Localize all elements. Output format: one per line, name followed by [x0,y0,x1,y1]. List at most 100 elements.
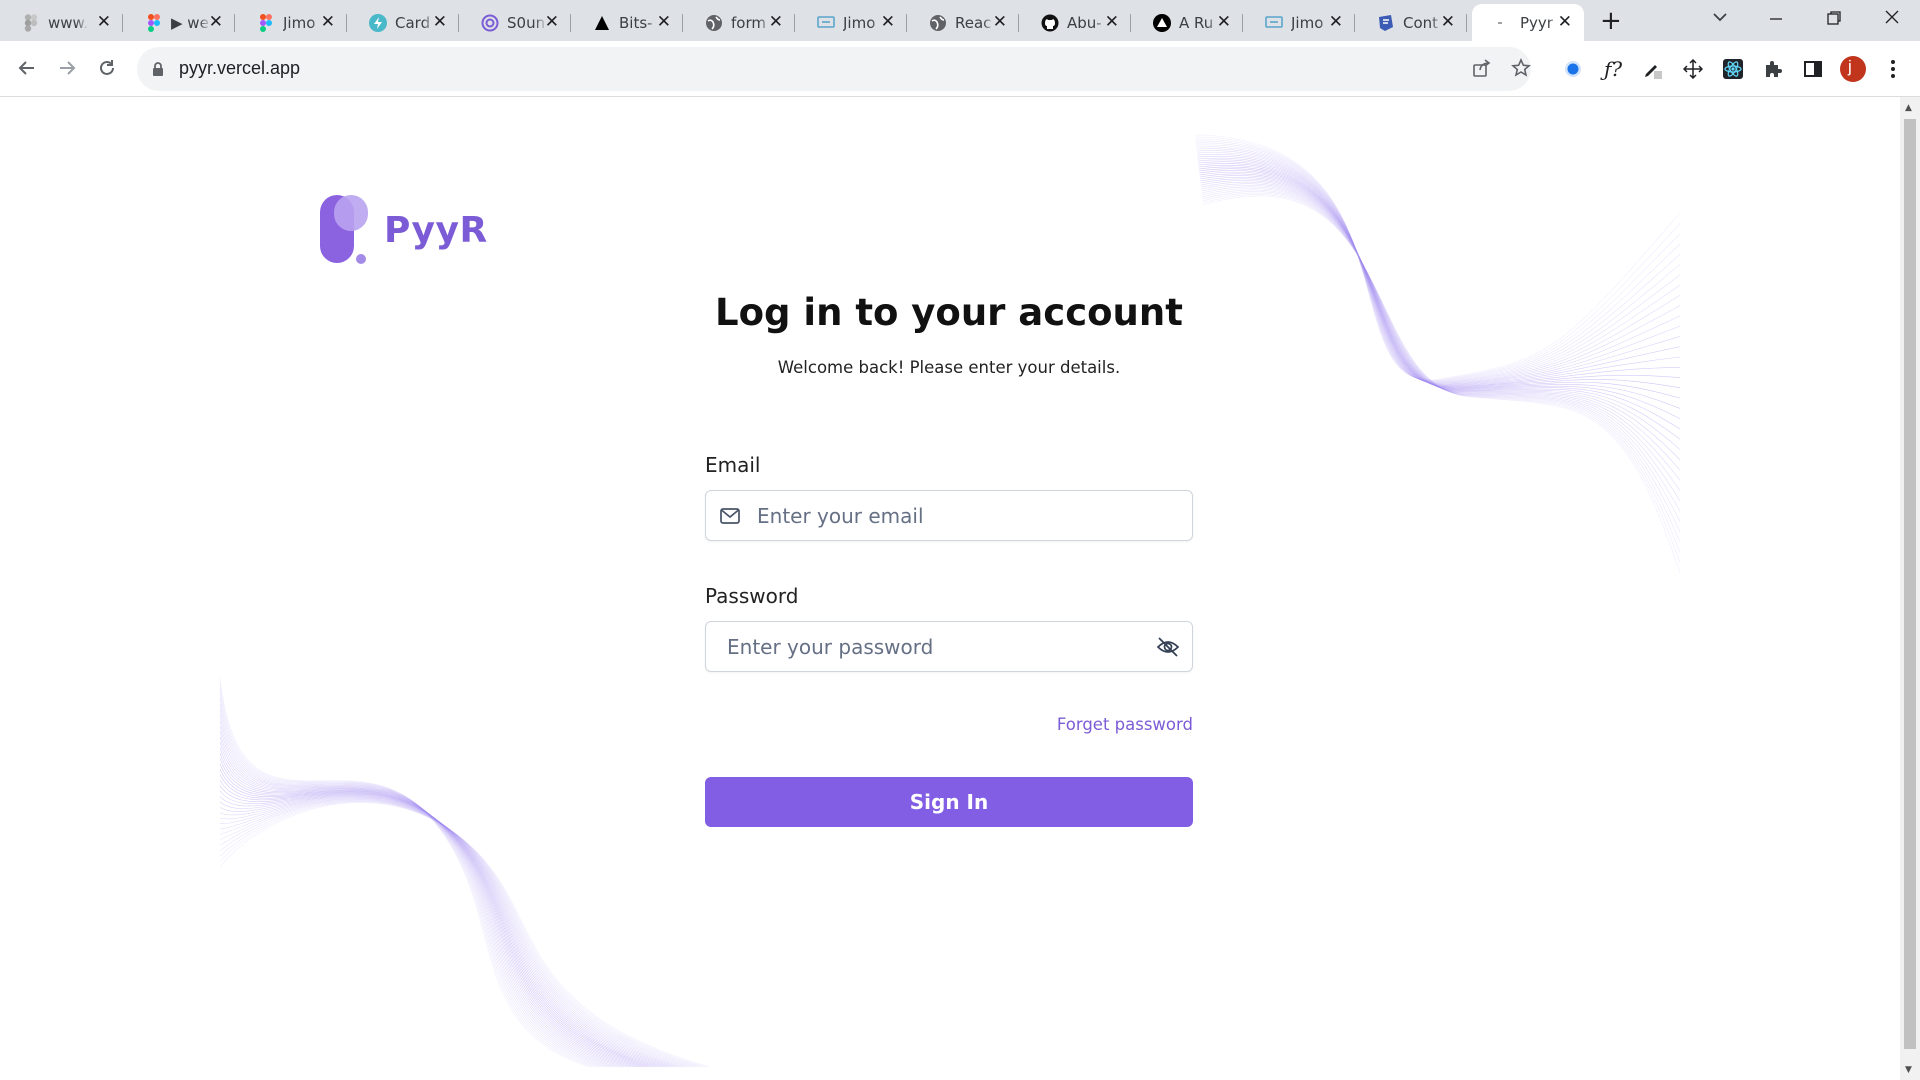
url-text: pyyr.vercel.app [179,58,301,78]
close-icon[interactable]: ✕ [657,12,671,32]
loading-icon [1494,14,1512,32]
monitor-icon [1265,14,1283,32]
extension-font-icon[interactable]: ƒ? [1598,54,1628,84]
tab-5[interactable]: Bits- ✕ [571,4,683,41]
extensions-puzzle-icon[interactable] [1758,54,1788,84]
tab-title: A Ru [1179,13,1214,32]
extension-react-devtools-icon[interactable] [1718,54,1748,84]
tab-search-chevron-icon[interactable] [1712,8,1728,26]
pyyr-logo-icon [320,195,368,264]
tab-title: Abu- [1067,13,1102,32]
close-window-button[interactable] [1884,9,1900,30]
tab-2[interactable]: Jimo ✕ [235,4,347,41]
lock-icon [152,61,164,81]
tab-title: www. [48,13,88,32]
triangle-circle-icon [1153,13,1171,32]
close-icon[interactable]: ✕ [1441,12,1455,32]
tab-4[interactable]: S0un ✕ [459,4,571,41]
figma-icon [145,13,163,32]
spiral-icon [481,14,499,32]
sign-in-button[interactable]: Sign In [705,777,1193,827]
wave-top-right [1194,134,1681,574]
forward-button[interactable] [53,54,81,82]
page-title: Log in to your account [715,291,1183,334]
close-icon[interactable]: ✕ [97,12,111,32]
side-panel-icon[interactable] [1798,54,1828,84]
tab-title: Bits- [619,13,653,32]
globe-icon [929,14,947,32]
close-icon[interactable]: ✕ [321,12,335,32]
monitor-icon [817,14,835,32]
scrollbar-thumb[interactable] [1904,119,1916,1049]
password-label: Password [705,584,799,608]
tab-strip: www. ✕ ▶ we ✕ Jimo ✕ Card ✕ S0un ✕ Bits-… [0,0,1920,41]
restore-button[interactable] [1826,10,1842,31]
tab-8[interactable]: Reac ✕ [907,4,1019,41]
tab-7[interactable]: Jimo ✕ [795,4,907,41]
tab-title: form [731,13,766,32]
new-tab-button[interactable]: + [1600,7,1622,35]
page-viewport: PyyR Log in to your account Welcome back… [0,97,1900,1080]
tab-1[interactable]: ▶ we ✕ [123,4,235,41]
close-icon[interactable]: ✕ [1217,12,1231,32]
close-icon[interactable]: ✕ [1329,12,1343,32]
back-button[interactable] [13,54,41,82]
browser-menu-icon[interactable] [1878,54,1908,84]
close-icon[interactable]: ✕ [1558,12,1572,32]
extension-color-picker-icon[interactable] [1638,54,1668,84]
tab-13-active[interactable]: Pyyr ✕ [1472,4,1584,41]
close-icon[interactable]: ✕ [433,12,447,32]
extension-blue-dot-icon[interactable] [1558,54,1588,84]
tab-title: Cont [1403,13,1439,32]
page-subtitle: Welcome back! Please enter your details. [777,358,1121,377]
password-placeholder: Enter your password [727,635,934,659]
tab-9[interactable]: Abu- ✕ [1019,4,1131,41]
tab-title: S0un [507,13,546,32]
address-bar[interactable]: pyyr.vercel.app [137,47,1531,91]
tab-3[interactable]: Card ✕ [347,4,459,41]
minimize-button[interactable] [1768,2,1784,37]
profile-initial: j [1848,57,1852,76]
tab-title: ▶ we [171,13,209,32]
share-icon[interactable] [1472,58,1492,83]
figma-file-icon [22,13,40,32]
tab-12[interactable]: Cont ✕ [1355,4,1467,41]
tab-title: Jimo [843,13,876,32]
tab-0[interactable]: www. ✕ [0,4,123,41]
eye-off-icon[interactable] [1156,636,1180,662]
scroll-down-arrow-icon[interactable]: ▼ [1905,1065,1912,1075]
triangle-icon [593,14,611,32]
close-icon[interactable]: ✕ [1105,12,1119,32]
tab-title: Jimo [1291,13,1324,32]
brand-logo[interactable]: PyyR [318,195,488,265]
scroll-up-arrow-icon[interactable]: ▲ [1905,103,1912,113]
mail-icon [719,507,741,529]
brand-name: PyyR [384,209,488,251]
close-icon[interactable]: ✕ [545,12,559,32]
tab-title: Reac [955,13,992,32]
browser-toolbar: pyyr.vercel.app ƒ? j [0,41,1920,97]
profile-avatar[interactable]: j [1838,54,1868,84]
email-placeholder: Enter your email [757,504,924,528]
tab-11[interactable]: Jimo ✕ [1243,4,1355,41]
close-icon[interactable]: ✕ [209,12,223,32]
login-form: Log in to your account Welcome back! Ple… [705,291,1193,827]
close-icon[interactable]: ✕ [881,12,895,32]
password-field[interactable]: Enter your password [705,621,1193,672]
forgot-password-link[interactable]: Forget password [705,715,1193,734]
form-icon [1377,14,1395,32]
tab-title: Card [395,13,431,32]
tab-10[interactable]: A Ru ✕ [1131,4,1243,41]
bookmark-star-icon[interactable] [1511,58,1531,83]
globe-icon [705,14,723,32]
email-field[interactable]: Enter your email [705,490,1193,541]
page-scrollbar[interactable]: ▲ ▼ [1900,97,1920,1080]
close-icon[interactable]: ✕ [993,12,1007,32]
wave-bottom-left [219,676,711,1068]
close-icon[interactable]: ✕ [769,12,783,32]
tab-6[interactable]: form ✕ [683,4,795,41]
reload-button[interactable] [93,54,121,82]
tab-title: Jimo [283,13,316,32]
extension-move-icon[interactable] [1678,54,1708,84]
tab-title: Pyyr [1520,13,1553,32]
